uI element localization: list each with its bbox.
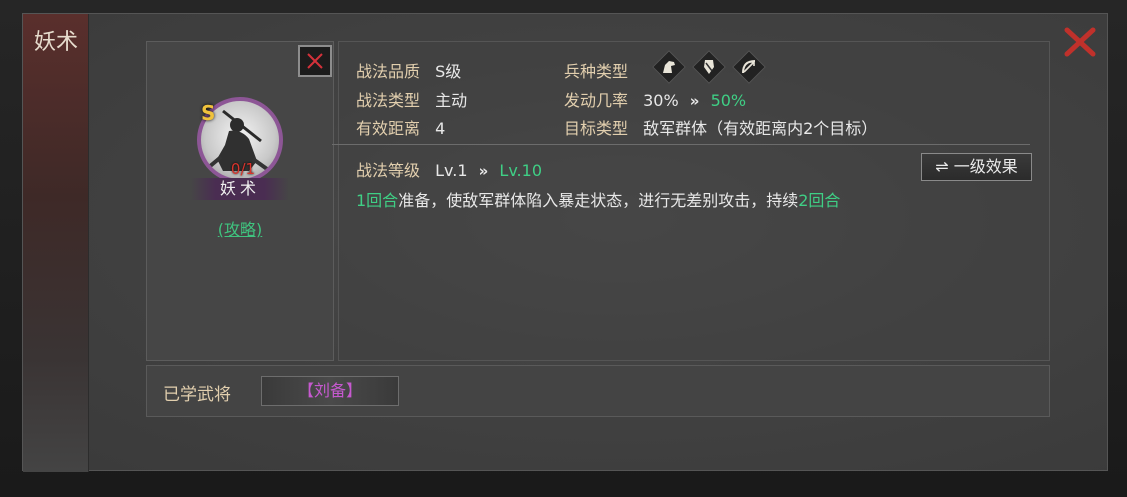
type-label: 战法类型 xyxy=(356,91,421,110)
troop-label: 兵种类型 xyxy=(564,62,629,81)
learn-count: 0/1 xyxy=(230,160,256,178)
effect-toggle-button[interactable]: ⇌ 一级效果 xyxy=(921,153,1032,181)
dialog-title: 妖术 xyxy=(33,30,78,55)
rate-base: 30% xyxy=(643,91,679,110)
rate-max: 50% xyxy=(710,91,747,110)
desc-prefix: 1回合 xyxy=(356,191,399,210)
level-label: 战法等级 xyxy=(356,161,421,180)
range-value: 4 xyxy=(435,119,446,138)
desc-middle: 准备，使敌军群体陷入暴走状态，进行无差别攻击，持续 xyxy=(398,191,799,210)
section-divider xyxy=(332,144,1030,145)
troop-row: 兵种类型 xyxy=(564,58,628,82)
quality-value: S级 xyxy=(435,62,462,81)
close-icon[interactable] xyxy=(1061,26,1099,58)
skill-description: 1回合准备，使敌军群体陷入暴走状态，进行无差别攻击，持续2回合 xyxy=(356,187,840,211)
quality-label: 战法品质 xyxy=(356,62,421,81)
chevron-right-icon: » xyxy=(478,162,489,180)
skill-name-plate: 妖术 xyxy=(191,178,289,200)
card-close-button[interactable] xyxy=(298,45,332,77)
range-row: 有效距离 4 xyxy=(356,115,445,139)
rate-label: 发动几率 xyxy=(564,91,629,110)
skill-card: S 0/1 妖术 (攻略) xyxy=(146,41,334,361)
target-label: 目标类型 xyxy=(564,119,629,138)
type-value: 主动 xyxy=(435,91,468,110)
level-max: Lv.10 xyxy=(499,161,542,180)
chevron-right-icon: » xyxy=(689,92,700,110)
shield-icon xyxy=(697,55,721,79)
swap-icon: ⇌ xyxy=(935,157,949,176)
level-row: 战法等级 Lv.1 » Lv.10 xyxy=(356,157,542,181)
target-value: 敌军群体（有效距离内2个目标） xyxy=(643,119,878,138)
cavalry-icon xyxy=(657,55,681,79)
grade-letter: S xyxy=(201,101,216,125)
desc-suffix: 2回合 xyxy=(798,191,841,210)
strategy-link[interactable]: (攻略) xyxy=(211,216,269,240)
rate-row: 发动几率 30% » 50% xyxy=(564,87,746,111)
type-row: 战法类型 主动 xyxy=(356,87,467,111)
effect-button-label: 一级效果 xyxy=(953,157,1018,176)
range-label: 有效距离 xyxy=(356,119,421,138)
close-icon xyxy=(307,53,323,69)
general-tag[interactable]: 【刘备】 xyxy=(261,376,399,406)
learned-generals-bar: 已学武将 【刘备】 xyxy=(146,365,1050,417)
level-base: Lv.1 xyxy=(435,161,468,180)
learned-label: 已学武将 xyxy=(163,385,231,405)
title-strip: 妖术 xyxy=(23,14,89,472)
quality-row: 战法品质 S级 xyxy=(356,58,461,82)
target-row: 目标类型 敌军群体（有效距离内2个目标） xyxy=(564,115,877,139)
archer-icon xyxy=(737,55,761,79)
